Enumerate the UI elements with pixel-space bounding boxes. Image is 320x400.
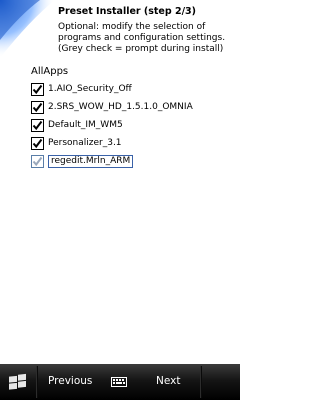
grey-check-icon — [32, 156, 43, 166]
checkbox[interactable] — [31, 118, 44, 132]
list-item[interactable]: regedit.Mrln_ARM — [31, 152, 193, 170]
softkey-bar: Previous Next — [0, 364, 240, 400]
list-item[interactable]: 2.SRS_WOW_HD_1.5.1.0_OMNIA — [31, 98, 193, 116]
keyboard-icon[interactable] — [111, 377, 127, 387]
check-icon — [32, 120, 43, 130]
check-icon — [32, 102, 43, 112]
list-item[interactable]: 1.AIO_Security_Off — [31, 80, 193, 98]
list-item[interactable]: Default_IM_WM5 — [31, 116, 193, 134]
windows-flag-icon[interactable] — [6, 371, 30, 393]
item-label: Default_IM_WM5 — [48, 120, 123, 130]
section-header-allapps: AllApps — [31, 66, 69, 77]
checkbox[interactable] — [31, 82, 44, 96]
checkbox[interactable] — [31, 136, 44, 150]
list-item[interactable]: Personalizer_3.1 — [31, 134, 193, 152]
previous-button[interactable]: Previous — [48, 375, 92, 387]
check-icon — [32, 84, 43, 94]
item-label: 2.SRS_WOW_HD_1.5.1.0_OMNIA — [48, 102, 193, 112]
softkey-separator — [36, 366, 38, 398]
page-description: Optional: modify the selection of progra… — [58, 22, 226, 54]
item-label: Personalizer_3.1 — [48, 138, 122, 148]
check-icon — [32, 138, 43, 148]
checkbox-grey[interactable] — [31, 154, 44, 168]
checkbox[interactable] — [31, 100, 44, 114]
item-label-focused: regedit.Mrln_ARM — [48, 154, 134, 168]
next-button[interactable]: Next — [156, 375, 180, 387]
item-label: 1.AIO_Security_Off — [48, 84, 132, 94]
page-title: Preset Installer (step 2/3) — [58, 6, 197, 17]
app-list: 1.AIO_Security_Off 2.SRS_WOW_HD_1.5.1.0_… — [31, 80, 193, 170]
softkey-separator — [200, 366, 202, 398]
